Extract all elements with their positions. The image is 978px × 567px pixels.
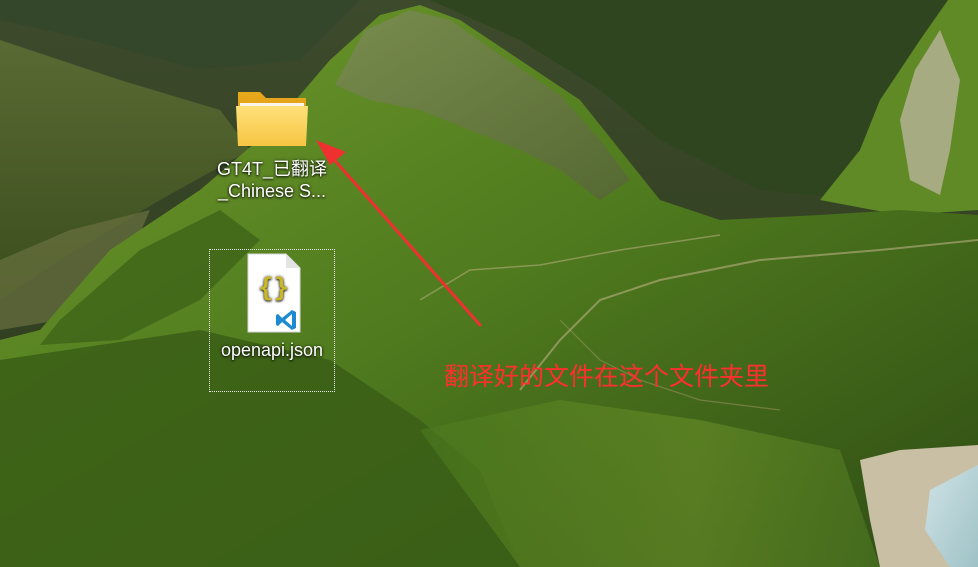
json-file-label: openapi.json bbox=[220, 340, 324, 360]
json-file-icon: {} bbox=[247, 253, 301, 333]
folder-label: GT4T_已翻译_Chinese S... bbox=[216, 159, 327, 201]
desktop-wallpaper bbox=[0, 0, 978, 567]
folder-gt4t-translated[interactable]: GT4T_已翻译_Chinese S... bbox=[208, 84, 336, 202]
folder-icon bbox=[236, 92, 308, 146]
annotation-text: 翻译好的文件在这个文件夹里 bbox=[444, 362, 770, 391]
desktop[interactable]: GT4T_已翻译_Chinese S... {} openapi.json 翻译… bbox=[0, 0, 978, 567]
file-openapi-json[interactable]: {} openapi.json bbox=[209, 249, 335, 392]
svg-text:{}: {} bbox=[258, 273, 289, 303]
